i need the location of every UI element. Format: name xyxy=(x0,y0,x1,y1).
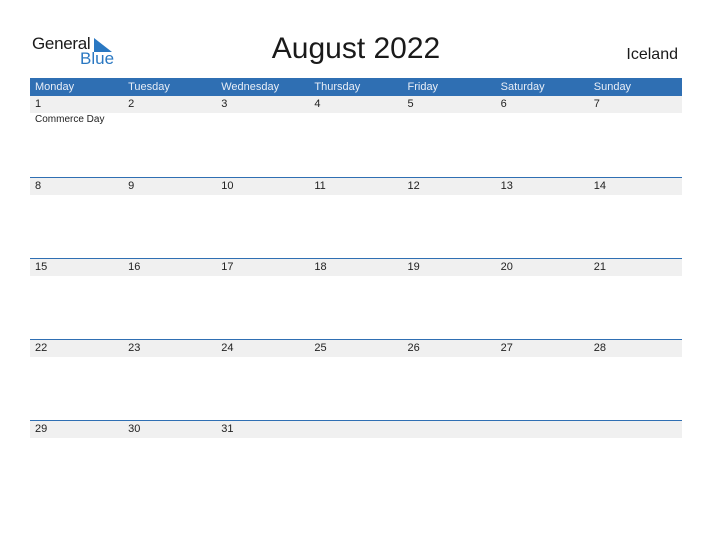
day-number: 31 xyxy=(221,423,234,435)
day-number: 27 xyxy=(500,342,513,354)
events-row: Commerce Day xyxy=(30,113,682,127)
weekday-wednesday: Wednesday xyxy=(221,81,280,93)
week-row: 1 2 3 4 5 6 7 Commerce Day xyxy=(30,96,682,177)
day-number: 25 xyxy=(314,342,327,354)
day-number: 17 xyxy=(221,261,234,273)
day-number xyxy=(309,421,402,438)
week-row: 8 9 10 11 12 13 14 xyxy=(30,177,682,258)
calendar-grid: Monday Tuesday Wednesday Thursday Friday… xyxy=(30,78,682,501)
date-strip: 1 2 3 4 5 6 7 xyxy=(30,96,682,113)
weekday-sunday: Sunday xyxy=(593,81,632,93)
day-number: 23 xyxy=(128,342,141,354)
weekday-friday: Friday xyxy=(407,81,439,93)
week-row: 15 16 17 18 19 20 21 xyxy=(30,258,682,339)
day-number xyxy=(496,421,589,438)
day-number xyxy=(403,421,496,438)
day-number xyxy=(589,421,682,438)
day-number: 5 xyxy=(407,98,414,110)
weekday-saturday: Saturday xyxy=(500,81,545,93)
holiday-event xyxy=(216,113,309,127)
day-number: 7 xyxy=(593,98,600,110)
holiday-event xyxy=(123,113,216,127)
holiday-event xyxy=(309,113,402,127)
date-strip: 8 9 10 11 12 13 14 xyxy=(30,178,682,195)
page-title: August 2022 xyxy=(271,32,441,65)
date-strip: 29 30 31 xyxy=(30,421,682,438)
day-number: 9 xyxy=(128,180,135,192)
day-number: 28 xyxy=(593,342,606,354)
day-number: 24 xyxy=(221,342,234,354)
holiday-event xyxy=(496,113,589,127)
weekday-monday: Monday xyxy=(35,81,75,93)
holiday-event xyxy=(589,113,682,127)
day-number: 16 xyxy=(128,261,141,273)
day-number: 22 xyxy=(35,342,48,354)
day-number: 15 xyxy=(35,261,48,273)
day-number: 13 xyxy=(500,180,513,192)
holiday-event: Commerce Day xyxy=(35,114,105,125)
weekday-thursday: Thursday xyxy=(314,81,361,93)
day-number: 12 xyxy=(407,180,420,192)
weekday-tuesday: Tuesday xyxy=(128,81,170,93)
day-number: 11 xyxy=(314,180,326,192)
country-label: Iceland xyxy=(626,46,678,63)
day-number: 14 xyxy=(593,180,606,192)
weekday-header: Monday Tuesday Wednesday Thursday Friday… xyxy=(30,78,682,96)
week-row: 29 30 31 xyxy=(30,420,682,501)
day-number: 18 xyxy=(314,261,327,273)
holiday-event xyxy=(403,113,496,127)
day-number: 4 xyxy=(314,98,321,110)
date-strip: 22 23 24 25 26 27 28 xyxy=(30,340,682,357)
day-number: 30 xyxy=(128,423,141,435)
day-number: 3 xyxy=(221,98,228,110)
day-number: 2 xyxy=(128,98,135,110)
day-number: 29 xyxy=(35,423,48,435)
day-number: 26 xyxy=(407,342,420,354)
day-number: 6 xyxy=(500,98,507,110)
day-number: 8 xyxy=(35,180,42,192)
day-number: 19 xyxy=(407,261,420,273)
day-number: 10 xyxy=(221,180,234,192)
day-number: 20 xyxy=(500,261,513,273)
week-row: 22 23 24 25 26 27 28 xyxy=(30,339,682,420)
day-number: 1 xyxy=(35,98,42,110)
date-strip: 15 16 17 18 19 20 21 xyxy=(30,259,682,276)
day-number: 21 xyxy=(593,261,606,273)
